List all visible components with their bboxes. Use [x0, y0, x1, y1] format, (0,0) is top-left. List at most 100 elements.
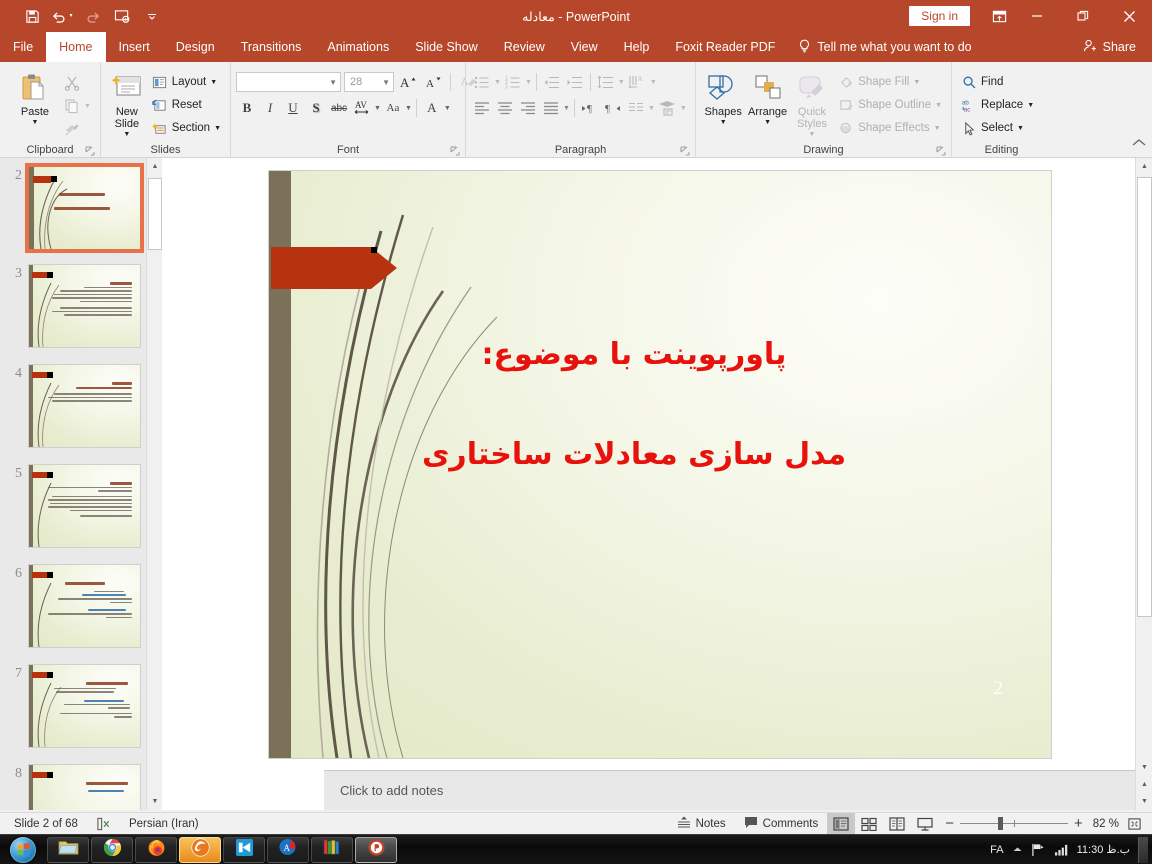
scroll-up-icon[interactable]: ▲ — [1136, 158, 1152, 175]
scroll-down-icon[interactable]: ▼ — [147, 793, 162, 810]
new-slide-button[interactable]: New Slide ▼ — [106, 68, 148, 138]
thumbnail-item[interactable]: 7 — [0, 648, 162, 748]
chevron-down-icon[interactable]: ▼ — [563, 105, 570, 112]
ltr-text-direction-button[interactable]: ¶ — [579, 97, 601, 119]
taskbar-winrar[interactable] — [311, 836, 353, 863]
chevron-down-icon[interactable]: ▼ — [329, 78, 337, 87]
slide-area-scrollbar[interactable]: ▲ ▼ ▲ ▼ — [1135, 158, 1152, 810]
next-slide-icon[interactable]: ▼ — [1136, 793, 1152, 810]
chevron-up-icon[interactable] — [1012, 845, 1023, 854]
layout-button[interactable]: Layout ▼ — [148, 71, 225, 93]
strikethrough-button[interactable]: abc — [328, 97, 350, 119]
chevron-down-icon[interactable]: ▼ — [809, 131, 816, 138]
chevron-down-icon[interactable]: ▼ — [123, 131, 130, 138]
notes-button[interactable]: Notes — [668, 813, 735, 835]
fit-to-window-button[interactable] — [1123, 813, 1152, 835]
shape-outline-button[interactable]: Shape Outline ▼ — [834, 94, 946, 116]
chevron-down-icon[interactable]: ▼ — [650, 79, 657, 86]
tab-foxit-reader-pdf[interactable]: Foxit Reader PDF — [662, 32, 788, 62]
chevron-down-icon[interactable]: ▼ — [210, 79, 217, 86]
scroll-up-icon[interactable]: ▲ — [147, 158, 162, 175]
slide-sorter-view-button[interactable] — [855, 813, 883, 835]
taskbar-google-chrome[interactable] — [91, 836, 133, 863]
thumbnail-slide-2[interactable] — [25, 163, 144, 253]
thumbnail-scrollbar[interactable]: ▲ ▼ — [146, 158, 162, 810]
minimize-icon[interactable] — [1014, 0, 1060, 32]
taskbar-internet-download-manager[interactable] — [179, 836, 221, 863]
font-name-input[interactable]: ▼ — [236, 72, 341, 92]
replace-button[interactable]: ab ac Replace ▼ — [957, 94, 1038, 116]
chevron-down-icon[interactable] — [138, 4, 166, 28]
sign-in-button[interactable]: Sign in — [909, 6, 970, 26]
collapse-ribbon-button[interactable] — [1132, 135, 1146, 153]
tab-review[interactable]: Review — [491, 32, 558, 62]
network-flag-icon[interactable] — [1031, 843, 1046, 857]
clock[interactable]: 11:30 ب.ظ — [1077, 843, 1130, 856]
chevron-down-icon[interactable]: ▼ — [32, 119, 39, 126]
restore-icon[interactable] — [1060, 0, 1106, 32]
tab-view[interactable]: View — [558, 32, 611, 62]
chevron-down-icon[interactable]: ▼ — [84, 103, 91, 110]
font-dialog-launcher[interactable] — [450, 146, 460, 156]
chevron-down-icon[interactable]: ▼ — [1027, 102, 1034, 109]
cut-button[interactable] — [61, 72, 83, 94]
notes-pane[interactable]: Click to add notes — [324, 770, 1135, 810]
thumbnail-slide-4[interactable] — [28, 364, 141, 448]
reset-button[interactable]: Reset — [148, 94, 225, 116]
thumbnail-item[interactable]: 6 — [0, 548, 162, 648]
chevron-down-icon[interactable]: ▼ — [934, 125, 941, 132]
tell-me-search[interactable]: Tell me what you want to do — [788, 32, 981, 62]
chevron-down-icon[interactable]: ▼ — [382, 78, 390, 87]
chevron-down-icon[interactable]: ▼ — [444, 105, 451, 112]
slide-title-line-2[interactable]: مدل سازی معادلات ساختاری — [269, 437, 1025, 472]
slide-thumbnail-pane[interactable]: 2 3 4 5 6 7 8 ▲ ▼ — [0, 158, 162, 810]
text-direction-button[interactable]: A — [627, 71, 649, 93]
scrollbar-thumb[interactable] — [148, 178, 162, 250]
zoom-slider[interactable] — [960, 813, 1069, 835]
shape-effects-button[interactable]: Shape Effects ▼ — [834, 117, 946, 139]
font-size-input[interactable]: 28 ▼ — [344, 72, 394, 92]
chevron-down-icon[interactable]: ▼ — [1017, 125, 1024, 132]
align-center-button[interactable] — [494, 97, 516, 119]
language-indicator[interactable]: FA — [990, 844, 1003, 856]
paragraph-dialog-launcher[interactable] — [680, 146, 690, 156]
comments-button[interactable]: Comments — [735, 813, 828, 835]
current-slide[interactable]: پاورپوینت با موضوع: مدل سازی معادلات ساخ… — [269, 171, 1051, 758]
scrollbar-thumb[interactable] — [1137, 177, 1152, 617]
share-button[interactable]: Share — [1073, 32, 1152, 62]
thumbnail-item[interactable]: 8 — [0, 748, 162, 810]
italic-button[interactable]: I — [259, 97, 281, 119]
slide-indicator[interactable]: Slide 2 of 68 — [0, 813, 87, 835]
thumbnail-item[interactable]: 3 — [0, 250, 162, 348]
decrease-font-size-button[interactable]: A — [422, 71, 444, 93]
slide-title-line-1[interactable]: پاورپوینت با موضوع: — [269, 337, 1025, 372]
thumbnail-slide-7[interactable] — [28, 664, 141, 748]
tab-transitions[interactable]: Transitions — [228, 32, 315, 62]
signal-bars-icon[interactable] — [1054, 843, 1069, 856]
chevron-down-icon[interactable]: ▼ — [913, 79, 920, 86]
paste-button[interactable]: Paste ▼ — [5, 68, 61, 126]
clipboard-dialog-launcher[interactable] — [85, 146, 95, 156]
format-painter-button[interactable] — [61, 118, 83, 140]
bold-button[interactable]: B — [236, 97, 258, 119]
bullets-button[interactable] — [471, 71, 493, 93]
chevron-down-icon[interactable]: ▼ — [405, 105, 412, 112]
select-button[interactable]: Select ▼ — [957, 117, 1038, 139]
font-color-button[interactable]: A — [421, 97, 443, 119]
arrange-button[interactable]: Arrange ▼ — [745, 68, 789, 126]
chevron-down-icon[interactable]: ▼ — [648, 105, 655, 112]
tab-insert[interactable]: Insert — [106, 32, 163, 62]
align-right-button[interactable] — [517, 97, 539, 119]
chevron-down-icon[interactable]: ▼ — [680, 105, 687, 112]
redo-icon[interactable] — [78, 4, 106, 28]
thumbnail-slide-3[interactable] — [28, 264, 141, 348]
increase-font-size-button[interactable]: A — [397, 71, 419, 93]
zoom-level-label[interactable]: 82 % — [1089, 813, 1123, 835]
close-icon[interactable] — [1106, 0, 1152, 32]
thumbnail-slide-6[interactable] — [28, 564, 141, 648]
drawing-dialog-launcher[interactable] — [936, 146, 946, 156]
find-button[interactable]: Find — [957, 71, 1038, 93]
columns-button[interactable] — [625, 97, 647, 119]
thumbnail-item[interactable]: 2 — [0, 158, 162, 253]
show-desktop-button[interactable] — [1138, 836, 1148, 863]
